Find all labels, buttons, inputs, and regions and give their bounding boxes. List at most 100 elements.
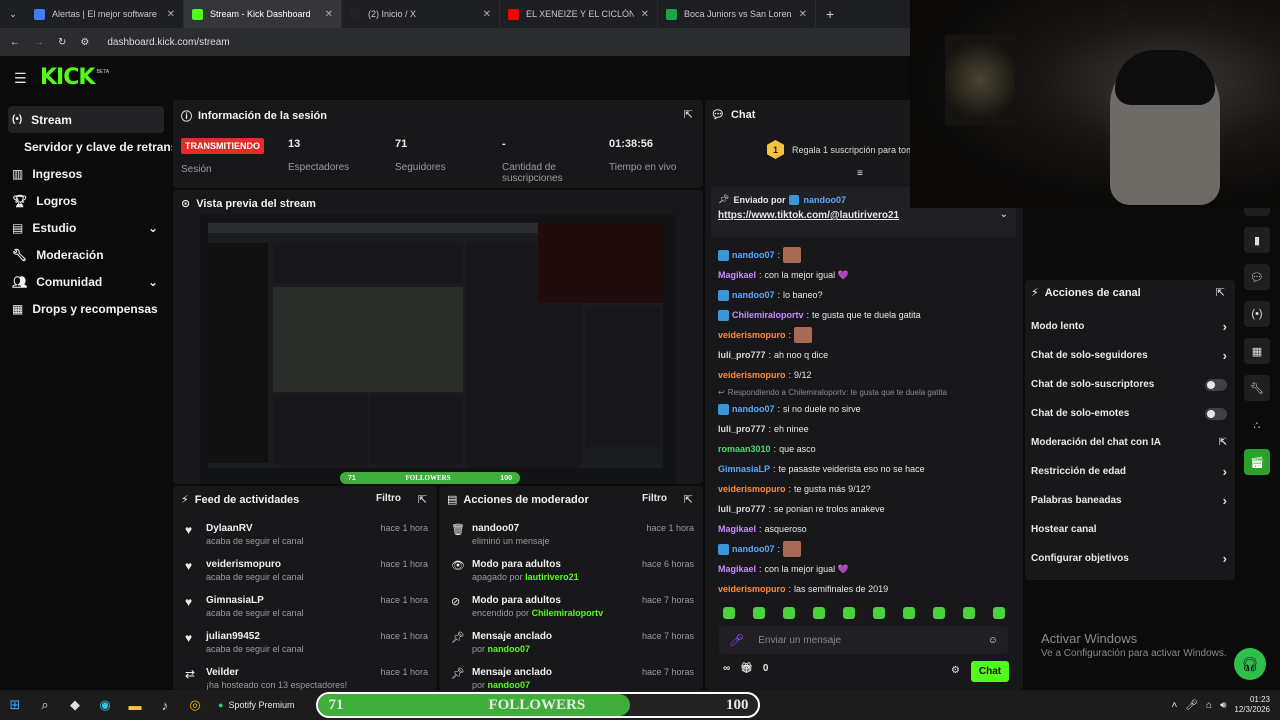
- mic-icon[interactable]: 🎤︎: [729, 633, 744, 647]
- channel-action-item[interactable]: Chat de solo-emotes: [1031, 399, 1227, 428]
- search-icon[interactable]: ⌕: [30, 690, 60, 720]
- gear-icon[interactable]: ⚙: [951, 665, 960, 676]
- chat-username[interactable]: romaan3010: [718, 443, 771, 456]
- clip-icon[interactable]: ▮: [1244, 227, 1270, 253]
- network-icon[interactable]: ⌂: [1206, 700, 1212, 711]
- wrench-icon[interactable]: 🔧︎: [1244, 375, 1270, 401]
- emote-icon[interactable]: [993, 607, 1005, 619]
- sidebar-item-estudio[interactable]: ▤ Estudio ⌄: [0, 214, 172, 241]
- gift-sub-banner[interactable]: 1 Regala 1 suscripción para toma: [767, 140, 919, 159]
- chat-input[interactable]: 🎤︎ Enviar un mensaje ☺: [719, 626, 1008, 654]
- close-tab-icon[interactable]: ✕: [167, 9, 175, 20]
- channel-action-item[interactable]: Restricción de edad ›: [1031, 457, 1227, 486]
- emote-icon[interactable]: [903, 607, 915, 619]
- close-tab-icon[interactable]: ✕: [483, 9, 491, 20]
- chat-username[interactable]: luli_pro777: [718, 503, 766, 516]
- settings-icon[interactable]: ∞: [723, 663, 730, 674]
- chat-username[interactable]: veiderismopuro: [718, 369, 786, 382]
- kick-logo[interactable]: KICK: [40, 65, 95, 90]
- chat-username[interactable]: Chilemiraloportv: [732, 309, 804, 322]
- new-tab-button[interactable]: +: [816, 6, 844, 22]
- chevron-down-icon[interactable]: ⌄: [1000, 209, 1008, 220]
- collapse-icon[interactable]: ≡: [857, 168, 863, 179]
- chat-username[interactable]: Magikael: [718, 523, 756, 536]
- channel-action-item[interactable]: Palabras baneadas ›: [1031, 486, 1227, 515]
- mod-filter-button[interactable]: Filtro: [642, 493, 667, 504]
- menu-icon[interactable]: ☰: [14, 70, 27, 87]
- browser-tab[interactable]: Boca Juniors vs San Lorenzo - ✕: [658, 0, 816, 28]
- emote-icon[interactable]: [723, 607, 735, 619]
- stream-video[interactable]: 71 FOLLOWERS 100: [200, 215, 676, 484]
- chat-username[interactable]: luli_pro777: [718, 423, 766, 436]
- emote-icon[interactable]: [963, 607, 975, 619]
- chat-username[interactable]: nandoo07: [732, 249, 775, 262]
- back-icon[interactable]: ←: [10, 37, 20, 48]
- popout-icon[interactable]: ⇱: [684, 493, 693, 506]
- channel-action-item[interactable]: Configurar objetivos ›: [1031, 544, 1227, 573]
- chat-username[interactable]: nandoo07: [732, 403, 775, 416]
- support-chat-button[interactable]: 🎧︎: [1234, 648, 1266, 680]
- channel-action-item[interactable]: Modo lento ›: [1031, 312, 1227, 341]
- chat-username[interactable]: Magikael: [718, 269, 756, 282]
- tiktok-icon[interactable]: ♪: [150, 690, 180, 720]
- pinned-link[interactable]: https://www.tiktok.com/@lautirivero21: [718, 210, 1009, 221]
- tab-list-icon[interactable]: ⌄: [0, 0, 26, 29]
- close-tab-icon[interactable]: ✕: [641, 9, 649, 20]
- chat-username[interactable]: veiderismopuro: [718, 483, 786, 496]
- channel-action-item[interactable]: Moderación del chat con IA ⇱: [1031, 428, 1227, 457]
- browser-tab[interactable]: Stream - Kick Dashboard ✕: [184, 0, 342, 28]
- widgets-icon[interactable]: ◆: [60, 690, 90, 720]
- chat-username[interactable]: nandoo07: [732, 543, 775, 556]
- chat-icon[interactable]: 💬︎: [1244, 264, 1270, 290]
- feed-filter-button[interactable]: Filtro: [376, 493, 401, 504]
- file-explorer-icon[interactable]: ▬: [120, 690, 150, 720]
- toggle-switch[interactable]: [1205, 378, 1227, 391]
- reload-icon[interactable]: ↻: [58, 37, 66, 48]
- chat-username[interactable]: Magikael: [718, 563, 756, 576]
- emote-icon[interactable]: [873, 607, 885, 619]
- chrome-icon[interactable]: ◎: [180, 690, 210, 720]
- clapper-icon[interactable]: 🎬︎: [1244, 449, 1270, 475]
- chat-username[interactable]: veiderismopuro: [718, 583, 786, 596]
- channel-action-item[interactable]: Chat de solo-suscriptores: [1031, 370, 1227, 399]
- channel-action-item[interactable]: Chat de solo-seguidores ›: [1031, 341, 1227, 370]
- chat-username[interactable]: nandoo07: [732, 289, 775, 302]
- toggle-switch[interactable]: [1205, 407, 1227, 420]
- chat-username[interactable]: GimnasiaLP: [718, 463, 770, 476]
- tray-chevron-icon[interactable]: ˄: [1172, 700, 1178, 711]
- clock[interactable]: 01:23 12/3/2026: [1234, 695, 1270, 715]
- sidebar-item-moderacion[interactable]: 🔧︎ Moderación: [0, 241, 172, 268]
- sidebar-item-logros[interactable]: 🏆︎ Logros: [0, 187, 172, 214]
- layout-icon[interactable]: ▦: [1244, 338, 1270, 364]
- emote-icon[interactable]: [753, 607, 765, 619]
- channel-action-item[interactable]: Hostear canal: [1031, 515, 1227, 544]
- browser-tab[interactable]: (2) Inicio / X ✕: [342, 0, 500, 28]
- sidebar-item-drops[interactable]: ▦ Drops y recompensas: [0, 295, 172, 322]
- close-tab-icon[interactable]: ✕: [325, 9, 333, 20]
- popout-icon[interactable]: ⇱: [684, 108, 693, 121]
- emote-icon[interactable]: [783, 607, 795, 619]
- edge-icon[interactable]: ◉: [90, 690, 120, 720]
- forward-icon[interactable]: →: [34, 37, 44, 48]
- chat-send-button[interactable]: Chat: [971, 661, 1009, 682]
- sidebar-item-stream[interactable]: (•) Stream: [8, 106, 164, 133]
- url-field[interactable]: dashboard.kick.com/stream: [107, 37, 229, 48]
- site-info-icon[interactable]: ⚙: [80, 37, 89, 48]
- emote-icon[interactable]: [813, 607, 825, 619]
- sidebar-item-ingresos[interactable]: ▥ Ingresos: [0, 160, 172, 187]
- popout-icon[interactable]: ⇱: [1216, 286, 1225, 299]
- mic-tray-icon[interactable]: 🎤︎: [1185, 700, 1198, 711]
- close-tab-icon[interactable]: ✕: [799, 9, 807, 20]
- emote-picker-icon[interactable]: ☺: [988, 635, 998, 646]
- sidebar-item-server-key[interactable]: Servidor y clave de retransm: [0, 133, 172, 160]
- sidebar-item-comunidad[interactable]: 👥︎ Comunidad ⌄: [0, 268, 172, 295]
- popout-icon[interactable]: ⇱: [418, 493, 427, 506]
- browser-tab[interactable]: EL XENEIZE Y EL CICLÓN EMPAT✕: [500, 0, 658, 28]
- emote-icon[interactable]: [933, 607, 945, 619]
- emote-icon[interactable]: [843, 607, 855, 619]
- volume-icon[interactable]: 🔊︎: [1220, 700, 1226, 711]
- chat-username[interactable]: luli_pro777: [718, 349, 766, 362]
- chat-username[interactable]: veiderismopuro: [718, 329, 786, 342]
- windows-start-icon[interactable]: ⊞: [0, 690, 30, 720]
- spotify-taskbar-item[interactable]: ● Spotify Premium: [210, 690, 302, 720]
